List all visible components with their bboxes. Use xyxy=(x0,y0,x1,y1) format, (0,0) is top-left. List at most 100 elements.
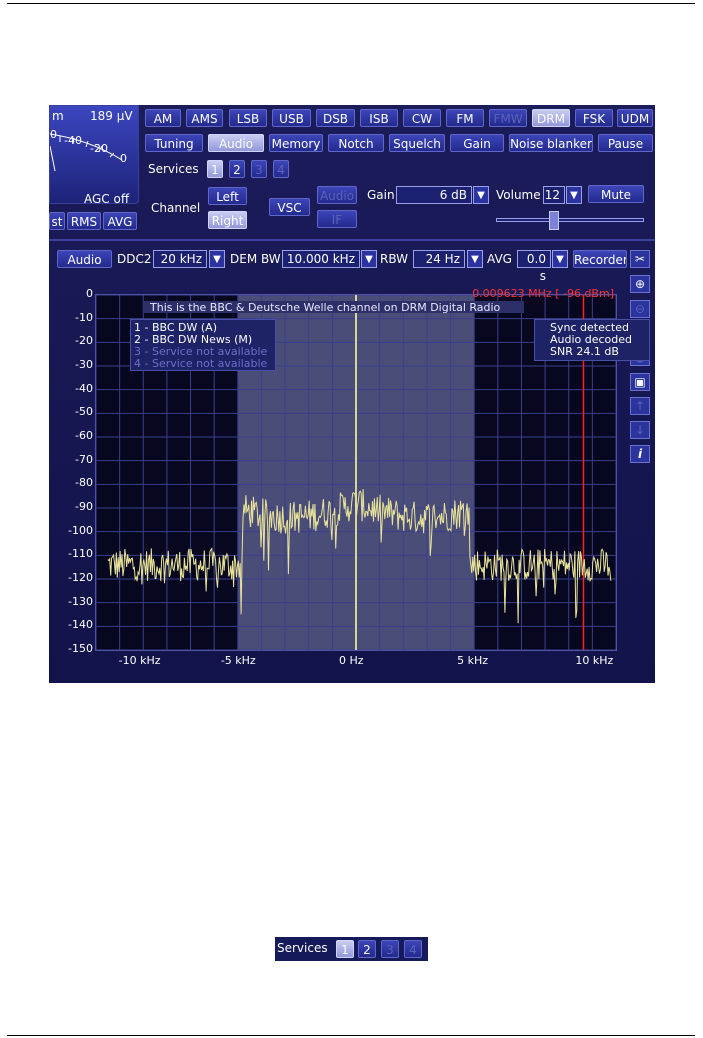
mode-am-button[interactable]: AM xyxy=(145,109,181,127)
mode-drm-button[interactable]: DRM xyxy=(532,109,570,127)
ddc2-field[interactable]: 20 kHz xyxy=(153,250,207,268)
page-bottom-rule xyxy=(7,1035,695,1036)
rbw-field[interactable]: 24 Hz xyxy=(413,250,465,268)
dem-bw-label: DEM BW xyxy=(230,252,281,266)
service-3-button[interactable]: 3 xyxy=(251,160,267,178)
y-tick-label: -130 xyxy=(68,594,93,608)
volume-slider-track[interactable] xyxy=(496,218,644,222)
volume-field[interactable]: 12 xyxy=(543,186,565,204)
y-tick-label: 0 xyxy=(86,287,93,300)
mode-ams-button[interactable]: AMS xyxy=(186,109,223,127)
ddc2-dropdown[interactable]: ▼ xyxy=(209,250,225,268)
rbw-label: RBW xyxy=(380,252,409,266)
service-line-4: 4 - Service not available xyxy=(134,357,268,370)
mini-services-label: Services xyxy=(277,941,328,955)
services-widget: Services 1 2 3 4 xyxy=(275,937,428,961)
avg-dropdown[interactable]: ▼ xyxy=(552,250,568,268)
chevron-down-icon: ▼ xyxy=(570,190,578,201)
dem-bw-field[interactable]: 10.000 kHz xyxy=(282,250,360,268)
service-1-button[interactable]: 1 xyxy=(207,160,223,178)
gain-label: Gain xyxy=(367,188,395,202)
meter-value: 189 µV xyxy=(90,109,133,123)
services-label: Services xyxy=(148,162,199,176)
volume-label: Volume xyxy=(496,188,541,202)
meter-tick-0: 0 xyxy=(50,128,57,141)
y-tick-label: -20 xyxy=(75,334,93,348)
avg-field[interactable]: 0.0 s xyxy=(517,250,551,283)
service-4-button[interactable]: 4 xyxy=(273,160,289,178)
mode-isb-button[interactable]: ISB xyxy=(360,109,398,127)
volume-dropdown[interactable]: ▼ xyxy=(566,186,582,204)
mode-fm-button[interactable]: FM xyxy=(446,109,484,127)
channel-title: This is the BBC & Deutsche Welle channel… xyxy=(150,301,501,314)
x-tick-label: 5 kHz xyxy=(457,654,489,667)
volume-slider-thumb[interactable] xyxy=(548,211,559,230)
y-tick-label: -30 xyxy=(75,358,93,371)
vsc-button[interactable]: VSC xyxy=(269,198,310,216)
tab-pause[interactable]: Pause xyxy=(598,134,653,152)
spectrum-panel: This is the BBC & Deutsche Welle channel… xyxy=(49,283,655,683)
mode-dsb-button[interactable]: DSB xyxy=(316,109,355,127)
channel-left-button[interactable]: Left xyxy=(208,187,247,205)
meter-mode-button[interactable]: st xyxy=(49,212,65,230)
meter-tick-20: -20 xyxy=(90,142,108,155)
mode-udm-button[interactable]: UDM xyxy=(617,109,653,127)
tab-notch[interactable]: Notch xyxy=(328,134,384,152)
channel-label: Channel xyxy=(151,201,201,215)
chevron-down-icon: ▼ xyxy=(213,254,221,265)
gain-dropdown[interactable]: ▼ xyxy=(473,186,489,204)
tab-squelch[interactable]: Squelch xyxy=(389,134,445,152)
s-meter: m 189 µV 0 -40 -20 0 AGC off xyxy=(49,105,139,206)
tab-tuning[interactable]: Tuning xyxy=(145,134,203,152)
panel-divider xyxy=(49,239,655,241)
avg-label: AVG xyxy=(487,252,512,266)
mini-service-4-button[interactable]: 4 xyxy=(404,940,422,958)
channel-right-button[interactable]: Right xyxy=(208,211,247,229)
service-list-box: 1 - BBC DW (A) 2 - BBC DW News (M) 3 - S… xyxy=(130,319,276,371)
y-tick-label: -90 xyxy=(75,500,93,513)
mini-service-1-button[interactable]: 1 xyxy=(336,940,354,958)
scissors-icon[interactable]: ✂ xyxy=(630,250,650,268)
mini-service-3-button[interactable]: 3 xyxy=(381,940,399,958)
mode-usb-button[interactable]: USB xyxy=(272,109,311,127)
mode-fmw-button[interactable]: FMW xyxy=(489,109,527,127)
y-tick-label: -70 xyxy=(75,452,93,466)
x-tick-label: 0 Hz xyxy=(339,654,364,667)
ddc2-label: DDC2 xyxy=(117,252,152,266)
mute-button[interactable]: Mute xyxy=(588,185,644,203)
gain-field[interactable]: 6 dB xyxy=(396,186,472,204)
y-tick-label: -140 xyxy=(68,618,93,632)
tab-audio[interactable]: Audio xyxy=(208,134,264,152)
mode-fsk-button[interactable]: FSK xyxy=(575,109,613,127)
y-tick-label: -60 xyxy=(75,429,93,442)
rbw-dropdown[interactable]: ▼ xyxy=(467,250,483,268)
tab-memory[interactable]: Memory xyxy=(269,134,323,152)
tab-noise-blanker[interactable]: Noise blanker xyxy=(509,134,593,152)
service-2-button[interactable]: 2 xyxy=(229,160,245,178)
y-tick-label: -40 xyxy=(75,381,93,395)
y-tick-label: -150 xyxy=(68,642,93,655)
audio-spectrum-button[interactable]: Audio xyxy=(57,250,112,268)
x-tick-label: 10 kHz xyxy=(575,654,614,667)
audio-source-button[interactable]: Audio xyxy=(317,186,357,204)
y-tick-label: -10 xyxy=(75,310,93,324)
meter-tick-40: -40 xyxy=(64,134,82,147)
mini-service-2-button[interactable]: 2 xyxy=(358,940,376,958)
chevron-down-icon: ▼ xyxy=(471,254,479,265)
y-tick-label: -50 xyxy=(75,405,93,419)
receiver-window: m 189 µV 0 -40 -20 0 AGC off st RMS AVG … xyxy=(49,105,655,683)
avg-button[interactable]: AVG xyxy=(103,212,137,230)
marker-readout: 0.009623 MHz [ -96 dBm] xyxy=(472,287,614,300)
tab-gain[interactable]: Gain xyxy=(450,134,504,152)
mode-lsb-button[interactable]: LSB xyxy=(229,109,267,127)
spectrum-plot[interactable]: This is the BBC & Deutsche Welle channel… xyxy=(95,287,650,651)
mode-cw-button[interactable]: CW xyxy=(403,109,441,127)
if-source-button[interactable]: IF xyxy=(317,210,357,228)
y-tick-label: -120 xyxy=(68,571,93,584)
status-snr: SNR 24.1 dB xyxy=(550,345,619,358)
y-tick-label: -100 xyxy=(68,523,93,537)
dem-bw-dropdown[interactable]: ▼ xyxy=(361,250,377,268)
rms-button[interactable]: RMS xyxy=(67,212,101,230)
x-tick-label: -10 kHz xyxy=(118,654,161,667)
recorder-button[interactable]: Recorder xyxy=(573,250,627,268)
